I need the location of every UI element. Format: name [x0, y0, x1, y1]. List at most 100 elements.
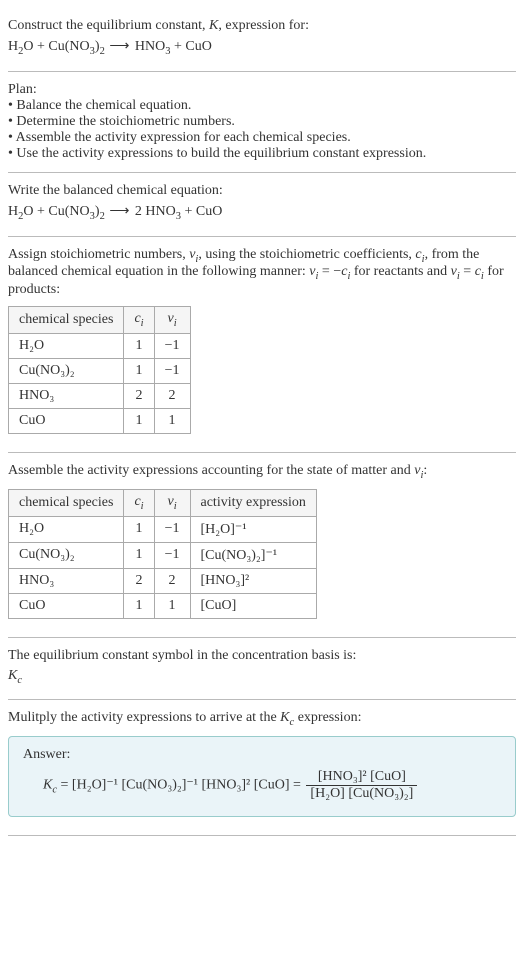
cell-nui: 2	[154, 568, 190, 593]
cell-ci: 2	[124, 568, 154, 593]
kc-c: c	[17, 674, 22, 685]
ans-t3: [HNO₃]²	[202, 778, 251, 793]
table-row: H₂O1−1	[9, 333, 191, 358]
ans-t4: [CuO]	[254, 778, 290, 793]
cell-ci: 1	[124, 333, 154, 358]
mult-suffix: expression:	[294, 710, 361, 725]
ans-eq: =	[57, 778, 72, 793]
table-row: HNO₃22[HNO₃]²	[9, 568, 317, 593]
cell-ci: 1	[124, 542, 154, 568]
answer-equation: Kc = [H₂O]⁻¹ [Cu(NO₃)₂]⁻¹ [HNO₃]² [CuO] …	[23, 769, 501, 802]
activity-section: Assemble the activity expressions accoun…	[8, 453, 516, 638]
beq-hno: HNO	[145, 204, 175, 219]
mult-prefix: Mulitply the activity expressions to arr…	[8, 710, 280, 725]
cell-species: Cu(NO₃)₂	[9, 542, 124, 568]
cell-ci: 1	[124, 516, 154, 542]
ans-t2: [Cu(NO₃)₂]⁻¹	[121, 778, 198, 793]
beq-plus1: +	[34, 204, 49, 219]
th-ci-i: i	[141, 501, 144, 512]
plan-item-1: • Balance the chemical equation.	[8, 98, 516, 114]
eq-arrow: ⟶	[105, 39, 135, 54]
stoich-section: Assign stoichiometric numbers, νi, using…	[8, 237, 516, 453]
eq-o: O	[23, 39, 33, 54]
den2: [Cu(NO₃)₂]	[348, 786, 413, 801]
stoich-eq2: =	[460, 264, 475, 279]
balanced-title: Write the balanced chemical equation:	[8, 183, 516, 199]
cell-nui: −1	[154, 516, 190, 542]
balanced-equation: H2O + Cu(NO3)2 ⟶ 2 HNO3 + CuO	[8, 203, 516, 222]
cell-species: H₂O	[9, 333, 124, 358]
cell-ci: 1	[124, 358, 154, 383]
th-ci: ci	[124, 307, 154, 334]
th-ci: ci	[124, 489, 154, 516]
th-nui-i: i	[174, 501, 177, 512]
stoich-table: chemical species ci νi H₂O1−1 Cu(NO₃)₂1−…	[8, 306, 191, 434]
eq-plus2: +	[170, 39, 185, 54]
beq-cuo: CuO	[196, 204, 222, 219]
problem-title: Construct the equilibrium constant, K, e…	[8, 18, 516, 34]
beq-o: O	[23, 204, 33, 219]
eq-plus1: +	[34, 39, 49, 54]
answer-label: Answer:	[23, 747, 501, 763]
th-nui: νi	[154, 489, 190, 516]
act-colon: :	[423, 463, 427, 478]
cell-species: Cu(NO₃)₂	[9, 358, 124, 383]
fraction-denominator: [H₂O] [Cu(NO₃)₂]	[306, 786, 417, 802]
mult-K: K	[280, 710, 289, 725]
table-row: CuO11[CuO]	[9, 593, 317, 618]
title-suffix: , expression for:	[218, 18, 309, 33]
cell-activity: [H₂O]⁻¹	[190, 516, 316, 542]
num1: [HNO₃]²	[318, 769, 367, 784]
cell-nui: −1	[154, 542, 190, 568]
th-nui: νi	[154, 307, 190, 334]
beq-coef2: 2	[135, 204, 146, 219]
stoich-intro: Assign stoichiometric numbers, νi, using…	[8, 247, 516, 299]
cell-nui: 1	[154, 408, 190, 433]
stoich-t4: for reactants and	[350, 264, 450, 279]
eq-h: H	[8, 39, 18, 54]
table-row: CuO11	[9, 408, 191, 433]
unbalanced-equation: H2O + Cu(NO3)2 ⟶ HNO3 + CuO	[8, 38, 516, 57]
problem-header: Construct the equilibrium constant, K, e…	[8, 8, 516, 72]
plan-title: Plan:	[8, 82, 516, 98]
eq-cuo: CuO	[185, 39, 211, 54]
plan-item-4: • Use the activity expressions to build …	[8, 146, 516, 162]
cell-species: CuO	[9, 593, 124, 618]
th-nui-i: i	[174, 318, 177, 329]
title-K: K	[209, 18, 218, 33]
multiply-line: Mulitply the activity expressions to arr…	[8, 710, 516, 728]
cell-activity: [HNO₃]²	[190, 568, 316, 593]
table-row: HNO₃22	[9, 383, 191, 408]
answer-section: Mulitply the activity expressions to arr…	[8, 700, 516, 836]
cell-ci: 1	[124, 408, 154, 433]
th-ci-i: i	[141, 318, 144, 329]
table-row: Cu(NO₃)₂1−1	[9, 358, 191, 383]
activity-intro: Assemble the activity expressions accoun…	[8, 463, 516, 481]
cell-ci: 2	[124, 383, 154, 408]
cell-nui: 1	[154, 593, 190, 618]
beq-h: H	[8, 204, 18, 219]
plan-section: Plan: • Balance the chemical equation. •…	[8, 72, 516, 173]
eq-cu: Cu(NO	[48, 39, 89, 54]
ans-K: K	[43, 778, 52, 793]
cell-nui: 2	[154, 383, 190, 408]
th-species: chemical species	[9, 489, 124, 516]
kc-symbol-line1: The equilibrium constant symbol in the c…	[8, 648, 516, 664]
den1: [H₂O]	[310, 786, 344, 801]
kc-symbol-section: The equilibrium constant symbol in the c…	[8, 638, 516, 701]
cell-activity: [CuO]	[190, 593, 316, 618]
table-header-row: chemical species ci νi	[9, 307, 191, 334]
cell-nui: −1	[154, 333, 190, 358]
kc-symbol-value: Kc	[8, 668, 516, 686]
eq-hno: HNO	[135, 39, 165, 54]
stoich-t1: Assign stoichiometric numbers,	[8, 247, 189, 262]
table-row: H₂O1−1[H₂O]⁻¹	[9, 516, 317, 542]
plan-item-2: • Determine the stoichiometric numbers.	[8, 114, 516, 130]
table-header-row: chemical species ci νi activity expressi…	[9, 489, 317, 516]
th-species: chemical species	[9, 307, 124, 334]
cell-nui: −1	[154, 358, 190, 383]
ans-eq2: =	[290, 778, 305, 793]
answer-fraction: [HNO₃]² [CuO] [H₂O] [Cu(NO₃)₂]	[306, 769, 417, 802]
act-t1: Assemble the activity expressions accoun…	[8, 463, 414, 478]
activity-table: chemical species ci νi activity expressi…	[8, 489, 317, 619]
